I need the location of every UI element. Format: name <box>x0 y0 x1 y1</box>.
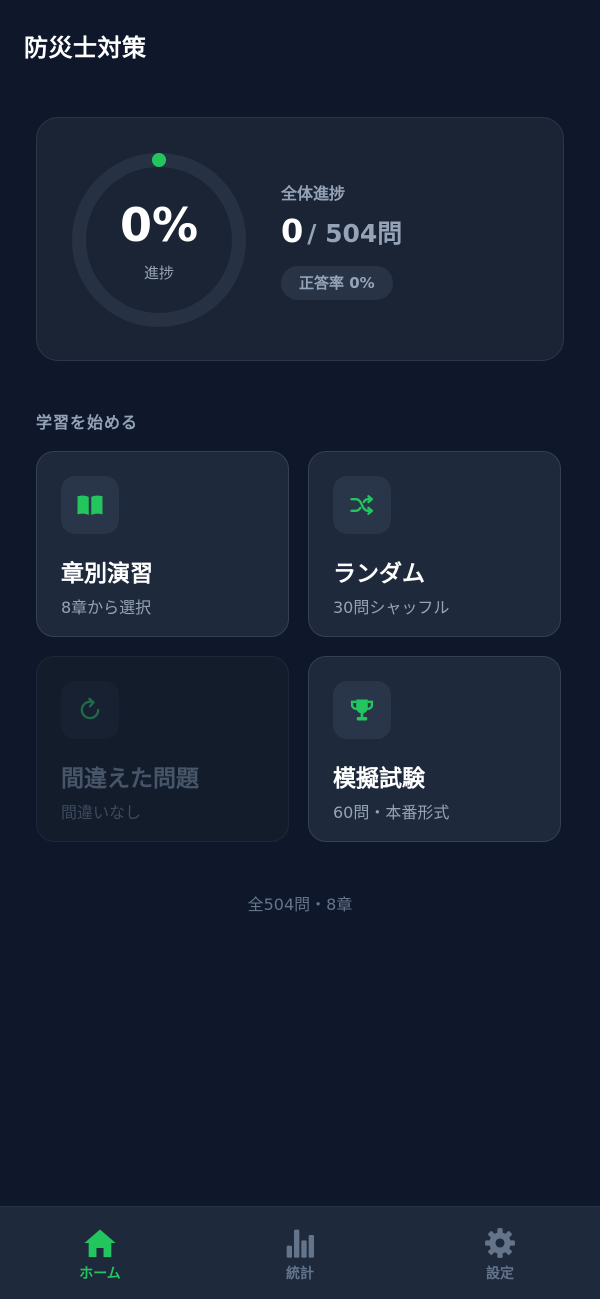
mode-subtitle: 間違いなし <box>61 803 142 822</box>
tab-label: 設定 <box>486 1266 514 1282</box>
retry-icon <box>61 681 119 739</box>
mode-subtitle: 8章から選択 <box>61 598 152 617</box>
home-screen: 防災士対策 0% 進捗 全体進捗 0/ 504問 正答率 0% 学習を始める 章… <box>0 0 600 1299</box>
chapter-practice-button[interactable]: 章別演習 8章から選択 <box>36 451 289 637</box>
trophy-icon <box>333 681 391 739</box>
book-icon <box>61 476 119 534</box>
progress-percent: 0% <box>119 198 199 252</box>
home-icon <box>84 1229 116 1258</box>
question-summary: 全504問・8章 <box>247 895 353 914</box>
tab-home[interactable]: ホーム <box>0 1207 200 1299</box>
wrong-answers-button[interactable]: 間違えた問題 間違いなし <box>36 656 289 842</box>
total-questions: / 504問 <box>307 219 403 248</box>
mode-title: 模擬試験 <box>333 766 425 792</box>
overall-progress-count: 0/ 504問 <box>281 212 402 250</box>
tab-settings[interactable]: 設定 <box>400 1207 600 1299</box>
progress-card: 0% 進捗 全体進捗 0/ 504問 正答率 0% <box>36 117 564 361</box>
progress-ring: 0% 進捗 <box>71 152 247 328</box>
random-button[interactable]: ランダム 30問シャッフル <box>308 451 561 637</box>
mode-title: 間違えた問題 <box>61 766 199 792</box>
tab-label: ホーム <box>79 1266 121 1282</box>
gear-icon <box>485 1228 515 1258</box>
app-title: 防災士対策 <box>24 34 147 62</box>
shuffle-icon <box>333 476 391 534</box>
answered-count: 0 <box>281 212 304 250</box>
bar-chart-icon <box>286 1229 314 1258</box>
mode-subtitle: 30問シャッフル <box>333 598 450 617</box>
section-title: 学習を始める <box>36 413 139 432</box>
mode-title: 章別演習 <box>61 561 153 587</box>
tab-label: 統計 <box>286 1266 314 1282</box>
mode-subtitle: 60問・本番形式 <box>333 803 450 822</box>
overall-progress-label: 全体進捗 <box>281 184 346 203</box>
mode-title: ランダム <box>333 561 425 587</box>
accuracy-badge: 正答率 0% <box>281 266 393 300</box>
progress-ring-indicator <box>152 153 166 167</box>
bottom-tab-bar: ホーム 統計 設定 <box>0 1206 600 1299</box>
progress-ring-label: 進捗 <box>143 264 174 282</box>
mock-exam-button[interactable]: 模擬試験 60問・本番形式 <box>308 656 561 842</box>
tab-stats[interactable]: 統計 <box>200 1207 400 1299</box>
